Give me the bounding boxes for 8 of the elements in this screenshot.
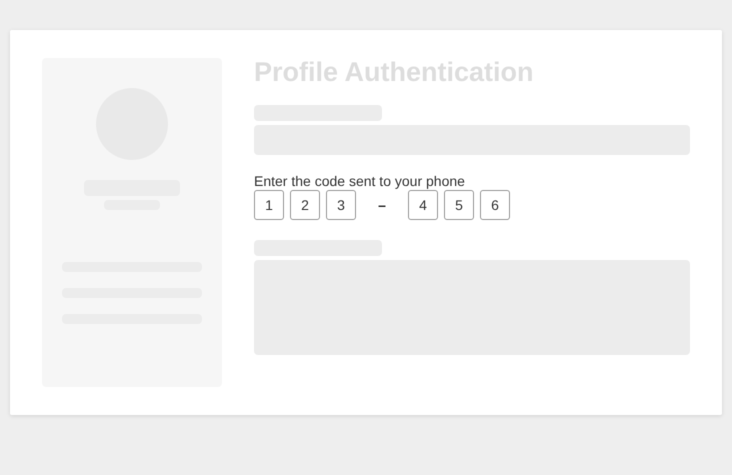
code-digit-field[interactable]: 6 bbox=[480, 190, 510, 220]
code-digit-field[interactable]: 4 bbox=[408, 190, 438, 220]
code-prompt: Enter the code sent to your phone bbox=[254, 173, 466, 189]
code-digit-field[interactable]: 5 bbox=[444, 190, 474, 220]
code-digit-field[interactable]: 1 bbox=[254, 190, 284, 220]
code-digit-field[interactable]: 3 bbox=[326, 190, 356, 220]
code-digit-field[interactable]: 2 bbox=[290, 190, 320, 220]
code-separator: – bbox=[377, 196, 387, 214]
